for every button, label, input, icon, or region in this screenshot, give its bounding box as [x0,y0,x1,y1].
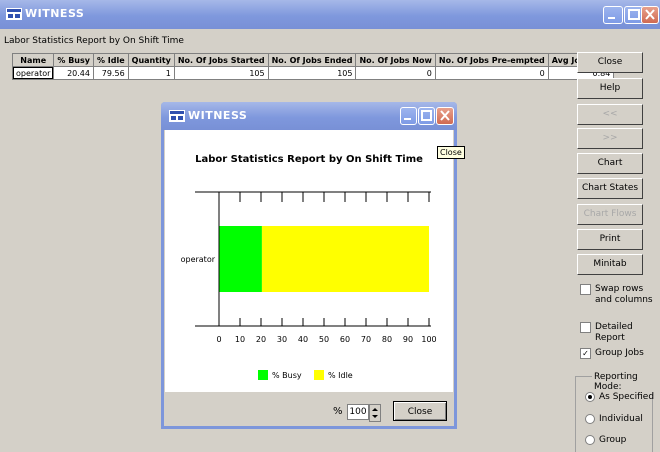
title-bar[interactable]: WITNESS [0,0,660,29]
chart-window-title: WITNESS [188,109,248,122]
detailed-report-label: Detailed Report [595,322,633,343]
chart-legend: % Busy % Idle [258,370,353,380]
cell-busy[interactable]: 20.44 [53,66,94,80]
legend-swatch [314,370,324,380]
next-button[interactable]: >> [577,128,643,149]
legend-label: % Busy [272,371,302,380]
bar-segment [219,226,262,292]
x-tick-label: 20 [256,335,266,344]
x-tick-label: 70 [361,335,371,344]
stacked-bar-chart: 0 10 20 30 40 50 60 70 80 90 100 operator % Busy % I… [181,191,437,380]
radio-group[interactable]: Group [585,435,626,445]
window-title: WITNESS [25,7,85,20]
x-tick-label: 40 [298,335,308,344]
checkbox-box[interactable] [580,284,591,295]
chart-button[interactable]: Chart [577,153,643,174]
column-header[interactable]: No. Of Jobs Now [355,53,436,67]
x-tick-label: 60 [340,335,350,344]
table-row[interactable]: operator 20.44 79.56 1 105 105 0 0 0.84 [11,66,615,80]
x-tick-label: 50 [319,335,329,344]
category-label: operator [181,255,216,264]
radio-selected-icon[interactable] [585,392,595,402]
cell-jobs-preempted[interactable]: 0 [434,66,549,80]
close-window-button[interactable] [641,6,659,24]
chart-close-window-button[interactable] [436,107,454,125]
column-header[interactable]: Name [11,53,55,67]
report-subtitle: Labor Statistics Report by On Shift Time [4,36,184,46]
legend-swatch [258,370,268,380]
chart-close-button[interactable]: Close [393,401,447,421]
close-icon [645,9,655,20]
table-header-row: Name % Busy % Idle Quantity No. Of Jobs … [11,53,615,67]
x-tick-label: 90 [403,335,413,344]
x-tick-label: 30 [277,335,287,344]
zoom-input[interactable]: 100 [347,404,369,420]
close-icon [440,110,450,121]
cell-quantity[interactable]: 1 [127,66,175,80]
swap-rows-label: Swap rows and columns [595,284,653,305]
x-tick-label: 80 [382,335,392,344]
radio-icon[interactable] [585,435,595,445]
cell-idle[interactable]: 79.56 [92,66,129,80]
close-tooltip: Close [437,146,465,159]
print-button[interactable]: Print [577,229,643,250]
minitab-button[interactable]: Minitab [577,254,643,275]
help-button[interactable]: Help [577,78,643,99]
bar-segment [261,226,429,292]
radio-label: Group [599,435,627,445]
radio-icon[interactable] [585,414,595,424]
chart-minimize-button[interactable] [400,107,417,125]
x-tick-label: 0 [216,335,221,344]
app-icon [169,110,185,122]
cell-jobs-ended[interactable]: 105 [267,66,357,80]
legend-label: % Idle [328,371,353,380]
chart-maximize-button[interactable] [418,107,435,125]
checkbox-box[interactable] [580,322,591,333]
column-header[interactable]: % Busy [53,53,94,67]
column-header[interactable]: No. Of Jobs Ended [267,53,357,67]
statistics-table: Name % Busy % Idle Quantity No. Of Jobs … [11,53,615,80]
zoom-spinner[interactable] [369,404,381,422]
chart-states-button[interactable]: Chart States [577,178,643,199]
minimize-button[interactable] [603,6,623,24]
reporting-mode-title: Reporting Mode: [592,372,660,392]
radio-label: As Specified [599,392,655,402]
cell-name[interactable]: operator [11,66,55,80]
column-header[interactable]: Quantity [127,53,175,67]
zoom-label: % [333,406,343,417]
minimize-icon [404,118,411,120]
swap-rows-checkbox[interactable]: Swap rows and columns [580,284,656,306]
app-icon [6,8,22,20]
minimize-icon [608,17,615,19]
chart-flows-button[interactable]: Chart Flows [577,204,643,225]
detailed-report-checkbox[interactable]: Detailed Report [580,322,660,344]
x-tick-label: 100 [421,335,436,344]
chart-bars [219,226,429,292]
previous-button[interactable]: << [577,104,643,125]
column-header[interactable]: No. Of Jobs Pre-empted [434,53,549,67]
group-jobs-label: Group Jobs [595,348,644,358]
group-jobs-checkbox[interactable]: ✓ Group Jobs [580,348,644,359]
column-header[interactable]: % Idle [92,53,129,67]
maximize-icon [421,110,432,121]
spinner-arrows-icon[interactable] [370,405,380,421]
radio-individual[interactable]: Individual [585,414,643,424]
cell-jobs-started[interactable]: 105 [173,66,269,80]
radio-as-specified[interactable]: As Specified [585,392,654,402]
cell-jobs-now[interactable]: 0 [355,66,436,80]
checkmark-icon[interactable]: ✓ [580,348,591,359]
column-header[interactable]: No. Of Jobs Started [173,53,269,67]
radio-label: Individual [599,414,643,424]
close-button[interactable]: Close [577,52,643,73]
x-tick-label: 10 [235,335,245,344]
